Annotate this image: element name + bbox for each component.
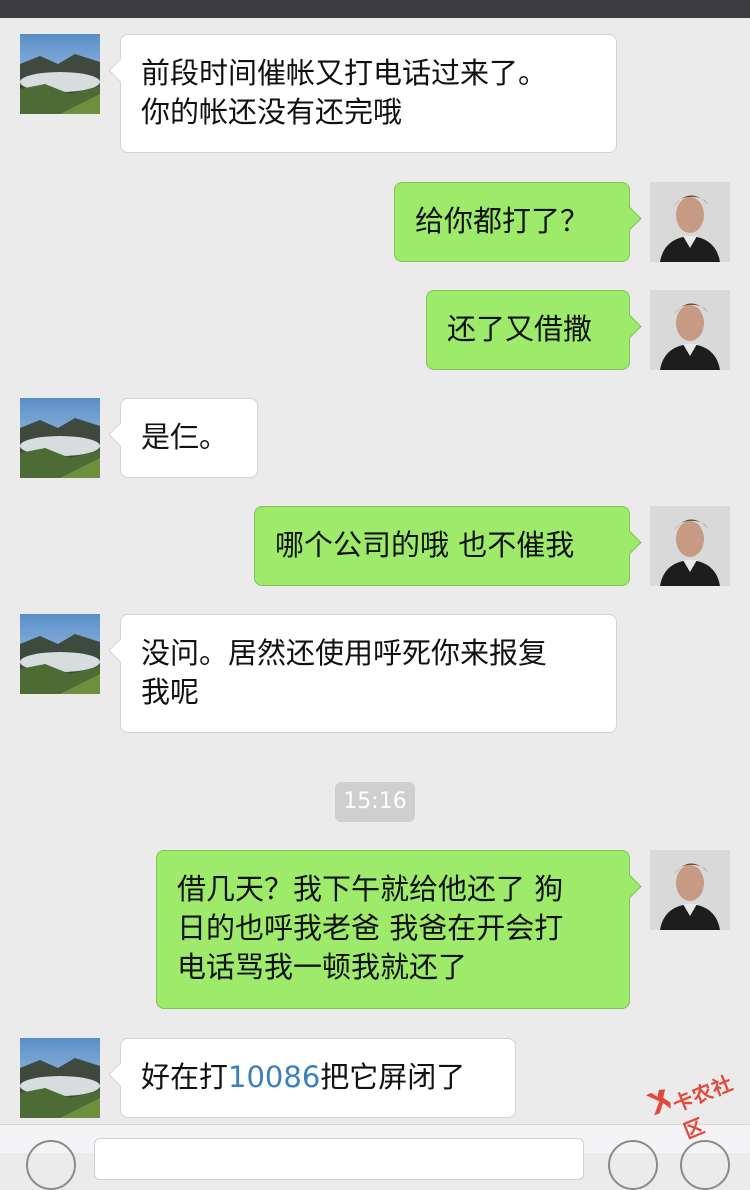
phone-number-link[interactable]: 10086 [228,1060,320,1094]
contact-avatar[interactable] [20,614,100,694]
my-avatar[interactable] [650,506,730,586]
message-bubble-outgoing[interactable]: 哪个公司的哦 也不催我 [254,506,630,586]
emoji-icon[interactable] [608,1140,658,1190]
contact-avatar[interactable] [20,398,100,478]
contact-avatar[interactable] [20,1038,100,1118]
message-input[interactable] [94,1138,584,1180]
message-bubble-outgoing[interactable]: 还了又借撒 [426,290,630,370]
message-bubble-incoming[interactable]: 好在打10086把它屏闭了 [120,1038,516,1118]
message-text: 把它屏闭了 [320,1060,466,1094]
message-bubble-incoming[interactable]: 没问。居然还使用呼死你来报复 我呢 [120,614,617,733]
message-bubble-outgoing[interactable]: 借几天？我下午就给他还了 狗 日的也呼我老爸 我爸在开会打 电话骂我一顿我就还了 [156,850,630,1009]
plus-icon[interactable] [680,1140,730,1190]
voice-icon[interactable] [26,1140,76,1190]
status-bar [0,0,750,18]
my-avatar[interactable] [650,850,730,930]
message-text: 好在打 [141,1060,229,1094]
time-divider: 15:16 [335,782,415,822]
message-bubble-incoming[interactable]: 前段时间催帐又打电话过来了。 你的帐还没有还完哦 [120,34,617,153]
my-avatar[interactable] [650,290,730,370]
message-bubble-outgoing[interactable]: 给你都打了？ [394,182,630,262]
my-avatar[interactable] [650,182,730,262]
contact-avatar[interactable] [20,34,100,114]
message-bubble-incoming[interactable]: 是仨。 [120,398,258,478]
